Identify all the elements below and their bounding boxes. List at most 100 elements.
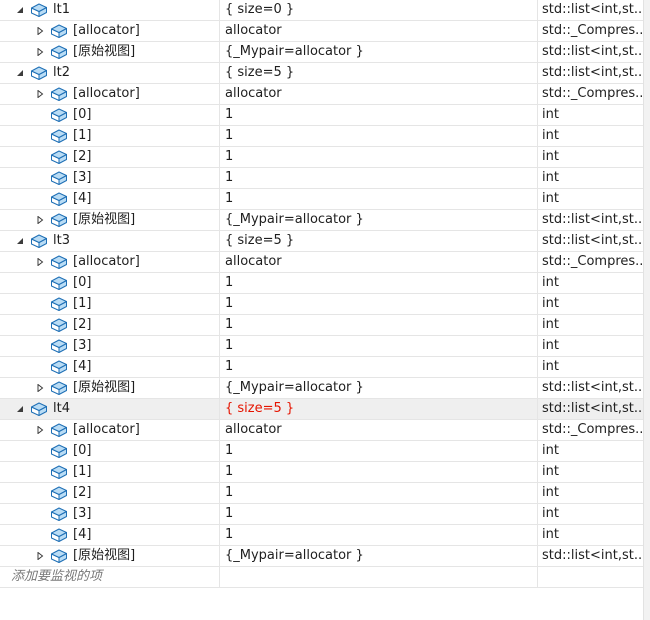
watch-row[interactable]: [1] 1 int xyxy=(0,294,643,315)
watch-value[interactable]: 1 xyxy=(220,168,538,188)
watch-row[interactable]: [原始视图] {_Mypair=allocator } std::list<int,… xyxy=(0,546,643,567)
expand-arrow-icon[interactable] xyxy=(34,42,46,62)
watch-value[interactable]: 1 xyxy=(220,126,538,146)
watch-value[interactable]: 1 xyxy=(220,504,538,524)
variable-icon xyxy=(50,212,68,228)
watch-name-cell[interactable]: [3] xyxy=(0,168,220,188)
watch-name-cell[interactable]: [1] xyxy=(0,462,220,482)
expand-arrow-icon[interactable] xyxy=(34,252,46,272)
watch-row[interactable]: [allocator] allocator std::_Compres... xyxy=(0,84,643,105)
expand-arrow-icon[interactable] xyxy=(34,420,46,440)
watch-value[interactable]: allocator xyxy=(220,420,538,440)
watch-name-cell[interactable]: [1] xyxy=(0,126,220,146)
watch-row[interactable]: [0] 1 int xyxy=(0,273,643,294)
watch-row[interactable]: [4] 1 int xyxy=(0,189,643,210)
watch-name-cell[interactable]: [4] xyxy=(0,357,220,377)
watch-row[interactable]: [1] 1 int xyxy=(0,126,643,147)
expand-arrow-icon[interactable] xyxy=(34,378,46,398)
watch-value[interactable]: {_Mypair=allocator } xyxy=(220,546,538,566)
vertical-scrollbar[interactable] xyxy=(643,0,650,620)
watch-value[interactable]: {_Mypair=allocator } xyxy=(220,42,538,62)
watch-name-cell[interactable]: [原始视图] xyxy=(0,210,220,230)
watch-row[interactable]: [3] 1 int xyxy=(0,168,643,189)
watch-name-cell[interactable]: [4] xyxy=(0,525,220,545)
expand-arrow-icon[interactable] xyxy=(34,21,46,41)
watch-name-cell[interactable]: [4] xyxy=(0,189,220,209)
watch-value[interactable]: 1 xyxy=(220,462,538,482)
watch-value[interactable]: { size=0 } xyxy=(220,0,538,20)
watch-value[interactable]: 1 xyxy=(220,315,538,335)
watch-row[interactable]: [3] 1 int xyxy=(0,336,643,357)
watch-name-cell[interactable]: [原始视图] xyxy=(0,42,220,62)
watch-name-cell[interactable]: lt3 xyxy=(0,231,220,251)
watch-name: [0] xyxy=(73,107,92,122)
watch-value[interactable]: 1 xyxy=(220,525,538,545)
watch-name-cell[interactable]: [0] xyxy=(0,273,220,293)
watch-name-cell[interactable]: lt4 xyxy=(0,399,220,419)
watch-name-cell[interactable]: [allocator] xyxy=(0,21,220,41)
watch-value[interactable]: 1 xyxy=(220,273,538,293)
watch-row[interactable]: [原始视图] {_Mypair=allocator } std::list<int,… xyxy=(0,378,643,399)
watch-row[interactable]: [allocator] allocator std::_Compres... xyxy=(0,420,643,441)
watch-row[interactable]: lt3 { size=5 } std::list<int,st... xyxy=(0,231,643,252)
collapse-arrow-icon[interactable] xyxy=(14,0,26,20)
watch-value[interactable]: 1 xyxy=(220,189,538,209)
watch-value[interactable]: { size=5 } xyxy=(220,63,538,83)
watch-name-cell[interactable]: [原始视图] xyxy=(0,546,220,566)
watch-row[interactable]: [原始视图] {_Mypair=allocator } std::list<int,… xyxy=(0,210,643,231)
watch-value[interactable]: allocator xyxy=(220,252,538,272)
watch-row[interactable]: [3] 1 int xyxy=(0,504,643,525)
watch-name-cell[interactable]: [0] xyxy=(0,105,220,125)
watch-value[interactable]: 1 xyxy=(220,336,538,356)
watch-value[interactable]: 1 xyxy=(220,357,538,377)
watch-value[interactable]: 1 xyxy=(220,483,538,503)
watch-row[interactable]: lt2 { size=5 } std::list<int,st... xyxy=(0,63,643,84)
watch-name-cell[interactable]: [allocator] xyxy=(0,420,220,440)
watch-name-cell[interactable]: [3] xyxy=(0,504,220,524)
watch-value[interactable]: {_Mypair=allocator } xyxy=(220,378,538,398)
watch-name-cell[interactable]: [3] xyxy=(0,336,220,356)
watch-row[interactable]: [4] 1 int xyxy=(0,357,643,378)
watch-value[interactable]: 1 xyxy=(220,147,538,167)
watch-name-cell[interactable]: lt2 xyxy=(0,63,220,83)
watch-row[interactable]: [2] 1 int xyxy=(0,315,643,336)
watch-name-cell[interactable]: [2] xyxy=(0,147,220,167)
watch-row[interactable]: lt1 { size=0 } std::list<int,st... xyxy=(0,0,643,21)
watch-row[interactable]: [2] 1 int xyxy=(0,147,643,168)
expand-arrow-icon[interactable] xyxy=(34,84,46,104)
watch-value[interactable]: 1 xyxy=(220,441,538,461)
watch-row[interactable]: [原始视图] {_Mypair=allocator } std::list<int,… xyxy=(0,42,643,63)
watch-name-cell[interactable]: lt1 xyxy=(0,0,220,20)
watch-name-cell[interactable]: [2] xyxy=(0,315,220,335)
watch-row[interactable]: [2] 1 int xyxy=(0,483,643,504)
add-watch-row[interactable]: 添加要监视的项 xyxy=(0,567,643,588)
watch-type: int xyxy=(542,317,559,332)
watch-row[interactable]: [1] 1 int xyxy=(0,462,643,483)
expand-arrow-icon[interactable] xyxy=(34,546,46,566)
add-watch-placeholder[interactable]: 添加要监视的项 xyxy=(0,567,220,587)
watch-value[interactable]: 1 xyxy=(220,105,538,125)
watch-row[interactable]: [allocator] allocator std::_Compres... xyxy=(0,252,643,273)
watch-value[interactable]: allocator xyxy=(220,21,538,41)
watch-row[interactable]: [0] 1 int xyxy=(0,105,643,126)
collapse-arrow-icon[interactable] xyxy=(14,231,26,251)
watch-name-cell[interactable]: [0] xyxy=(0,441,220,461)
watch-value[interactable]: 1 xyxy=(220,294,538,314)
watch-value[interactable]: { size=5 } xyxy=(220,231,538,251)
variable-icon xyxy=(30,2,48,18)
watch-row[interactable]: lt4 { size=5 } std::list<int,st... xyxy=(0,399,643,420)
watch-row[interactable]: [4] 1 int xyxy=(0,525,643,546)
collapse-arrow-icon[interactable] xyxy=(14,63,26,83)
collapse-arrow-icon[interactable] xyxy=(14,399,26,419)
watch-row[interactable]: [allocator] allocator std::_Compres... xyxy=(0,21,643,42)
watch-name-cell[interactable]: [1] xyxy=(0,294,220,314)
watch-name-cell[interactable]: [2] xyxy=(0,483,220,503)
watch-value[interactable]: { size=5 } xyxy=(220,399,538,419)
watch-value[interactable]: {_Mypair=allocator } xyxy=(220,210,538,230)
expand-arrow-icon[interactable] xyxy=(34,210,46,230)
watch-name-cell[interactable]: [allocator] xyxy=(0,84,220,104)
watch-value[interactable]: allocator xyxy=(220,84,538,104)
watch-row[interactable]: [0] 1 int xyxy=(0,441,643,462)
watch-name-cell[interactable]: [原始视图] xyxy=(0,378,220,398)
watch-name-cell[interactable]: [allocator] xyxy=(0,252,220,272)
